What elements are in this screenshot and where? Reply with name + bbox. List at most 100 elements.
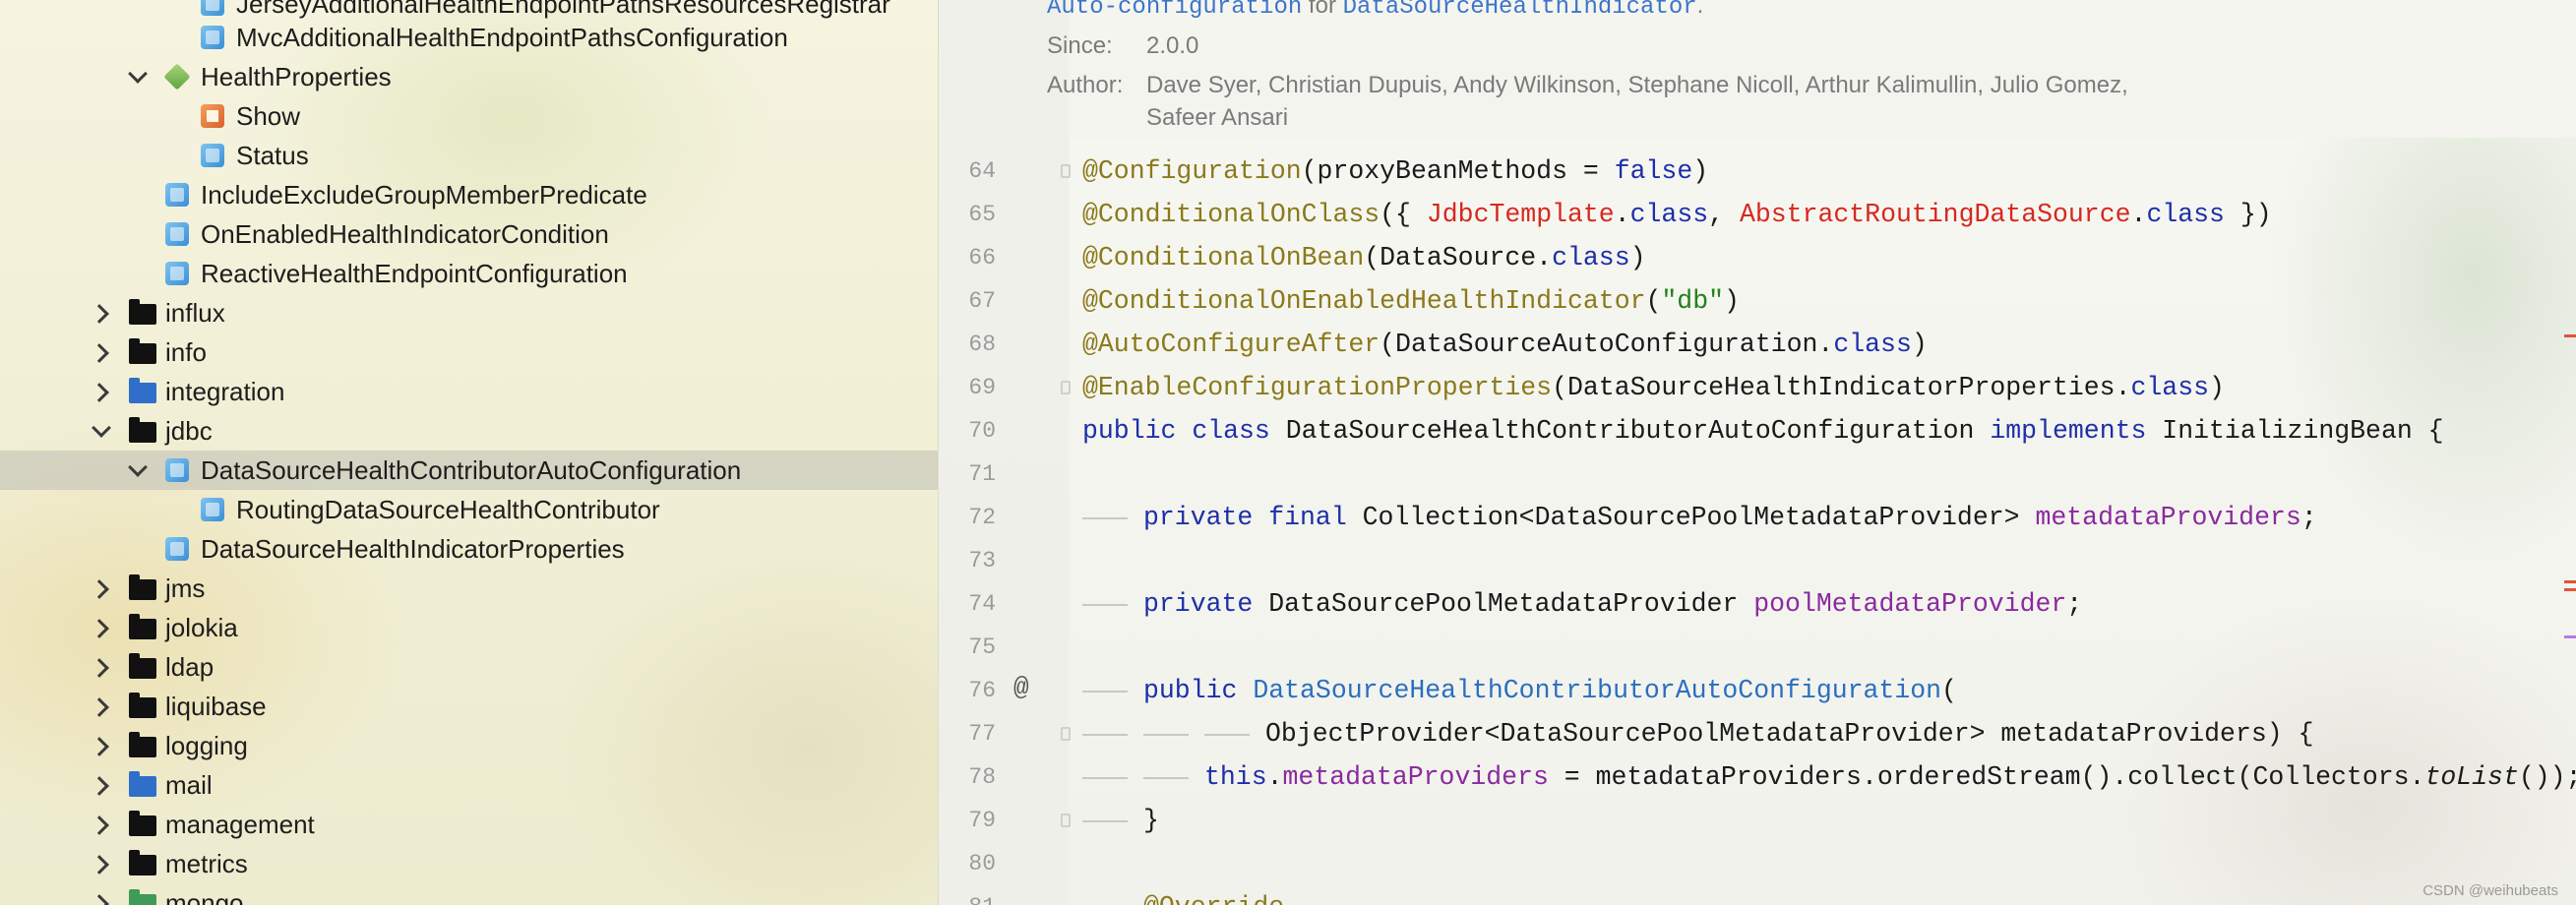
properties-icon: [163, 63, 191, 90]
override-gutter-icon[interactable]: @: [1013, 673, 1029, 702]
folder-icon: [129, 889, 156, 905]
tree-folder-influx[interactable]: influx: [0, 293, 938, 332]
error-stripe-marker[interactable]: [2564, 635, 2576, 638]
fold-icon[interactable]: [1061, 727, 1071, 741]
tree-folder-info[interactable]: info: [0, 332, 938, 372]
tree-folder-ldap[interactable]: ldap: [0, 647, 938, 687]
line-number: 64: [968, 158, 996, 184]
folder-icon: [129, 417, 156, 443]
indent-guide: [1082, 777, 1128, 779]
project-tree-panel: JerseyAdditionalHealthEndpointPathsResou…: [0, 0, 939, 905]
class-icon: [165, 183, 189, 207]
indent-guide: [1082, 820, 1128, 822]
chevron-down-icon[interactable]: [128, 64, 148, 84]
fold-icon[interactable]: [1061, 814, 1071, 827]
line-number: 65: [968, 202, 996, 227]
chevron-right-icon[interactable]: [90, 618, 109, 638]
tree-item-class[interactable]: DataSourceHealthIndicatorProperties: [0, 529, 938, 569]
code-line-81: @Override: [1143, 885, 1284, 905]
indent-guide: [1082, 604, 1128, 606]
line-number: 69: [968, 375, 996, 400]
tree-item-label: jms: [165, 573, 206, 603]
chevron-right-icon[interactable]: [90, 303, 109, 324]
tree-item-label: metrics: [165, 848, 248, 878]
doc-since-value: 2.0.0: [1146, 32, 1199, 59]
doc-link[interactable]: DataSourceHealthIndicator: [1343, 0, 1697, 21]
watermark-text: CSDN @weihubeats: [2423, 882, 2558, 899]
tree-item-class[interactable]: ReactiveHealthEndpointConfiguration: [0, 254, 938, 293]
chevron-right-icon[interactable]: [90, 736, 109, 756]
indent-guide: [1082, 691, 1128, 693]
chevron-right-icon[interactable]: [90, 657, 109, 678]
doc-since-label: Since:: [1047, 32, 1113, 59]
folder-icon: [129, 574, 156, 600]
chevron-right-icon[interactable]: [90, 893, 109, 905]
class-icon: [165, 537, 189, 561]
tree-folder-integration[interactable]: integration: [0, 372, 938, 411]
tree-item-class[interactable]: IncludeExcludeGroupMemberPredicate: [0, 175, 938, 214]
code-line-64: @Configuration(proxyBeanMethods = false): [1082, 156, 1709, 186]
tree-item-show[interactable]: Show: [0, 96, 938, 136]
indent-guide: [1143, 777, 1189, 779]
tree-folder-jolokia[interactable]: jolokia: [0, 608, 938, 647]
error-stripe-marker[interactable]: [2564, 580, 2576, 583]
code-line-74: private DataSourcePoolMetadataProvider p…: [1143, 589, 2083, 619]
tree-item-class[interactable]: RoutingDataSourceHealthContributor: [0, 490, 938, 529]
code-line-76: public DataSourceHealthContributorAutoCo…: [1143, 676, 1957, 705]
chevron-down-icon[interactable]: [128, 457, 148, 477]
tree-folder-mongo[interactable]: mongo: [0, 883, 938, 905]
chevron-right-icon[interactable]: [90, 696, 109, 717]
doc-text: .: [1696, 0, 1704, 19]
tree-folder-logging[interactable]: logging: [0, 726, 938, 765]
class-icon: [201, 0, 224, 16]
tree-folder-management[interactable]: management: [0, 805, 938, 844]
fold-icon[interactable]: [1061, 381, 1071, 394]
tree-item-label: JerseyAdditionalHealthEndpointPathsResou…: [236, 0, 890, 19]
chevron-right-icon[interactable]: [90, 578, 109, 599]
tree-item-class[interactable]: OnEnabledHealthIndicatorCondition: [0, 214, 938, 254]
tree-item-label: Status: [236, 140, 309, 170]
fold-icon[interactable]: [1061, 164, 1071, 178]
tree-item-label: ReactiveHealthEndpointConfiguration: [201, 258, 628, 288]
chevron-right-icon[interactable]: [90, 342, 109, 363]
code-editor[interactable]: 64 65 66 67 68 69 70 71 72 73 74 75 76 7…: [939, 0, 2576, 905]
line-number: 75: [968, 634, 996, 660]
tree-item-selected-class[interactable]: DataSourceHealthContributorAutoConfigura…: [0, 451, 938, 490]
line-number: 76: [968, 678, 996, 703]
folder-icon: [129, 378, 156, 403]
tree-folder-jdbc[interactable]: jdbc: [0, 411, 938, 451]
doc-author-text: Dave Syer, Christian Dupuis, Andy Wilkin…: [1146, 72, 2128, 98]
tree-folder-metrics[interactable]: metrics: [0, 844, 938, 883]
tree-item-label: ldap: [165, 651, 215, 682]
tree-item-health-properties[interactable]: HealthProperties: [0, 57, 938, 96]
rendered-javadoc: Auto-configuration for DataSourceHealthI…: [1047, 0, 2576, 138]
tree-item-label: mail: [165, 769, 213, 800]
tree-item-label: logging: [165, 730, 248, 760]
tree-folder-mail[interactable]: mail: [0, 765, 938, 805]
tree-item-status[interactable]: Status: [0, 136, 938, 175]
folder-icon: [129, 614, 156, 639]
error-stripe-marker[interactable]: [2564, 334, 2576, 337]
error-stripe-marker[interactable]: [2564, 588, 2576, 591]
tree-item-class[interactable]: MvcAdditionalHealthEndpointPathsConfigur…: [0, 18, 938, 57]
code-line-68: @AutoConfigureAfter(DataSourceAutoConfig…: [1082, 330, 1928, 359]
line-number: 72: [968, 505, 996, 530]
class-icon: [165, 262, 189, 285]
chevron-right-icon[interactable]: [90, 775, 109, 796]
chevron-down-icon[interactable]: [92, 418, 111, 438]
chevron-right-icon[interactable]: [90, 382, 109, 402]
tree-folder-liquibase[interactable]: liquibase: [0, 687, 938, 726]
tree-folder-jms[interactable]: jms: [0, 569, 938, 608]
folder-icon: [129, 299, 156, 325]
class-icon: [201, 498, 224, 521]
line-number: 73: [968, 548, 996, 573]
doc-link[interactable]: Auto-configuration: [1047, 0, 1302, 21]
chevron-right-icon[interactable]: [90, 814, 109, 835]
code-line-72: private final Collection<DataSourcePoolM…: [1143, 503, 2317, 532]
tree-item-label: HealthProperties: [201, 61, 392, 91]
chevron-right-icon[interactable]: [90, 854, 109, 875]
indent-guide: [1082, 517, 1128, 519]
line-number: 81: [939, 894, 996, 905]
class-icon: [201, 26, 224, 49]
code-line-79: }: [1143, 806, 1159, 835]
